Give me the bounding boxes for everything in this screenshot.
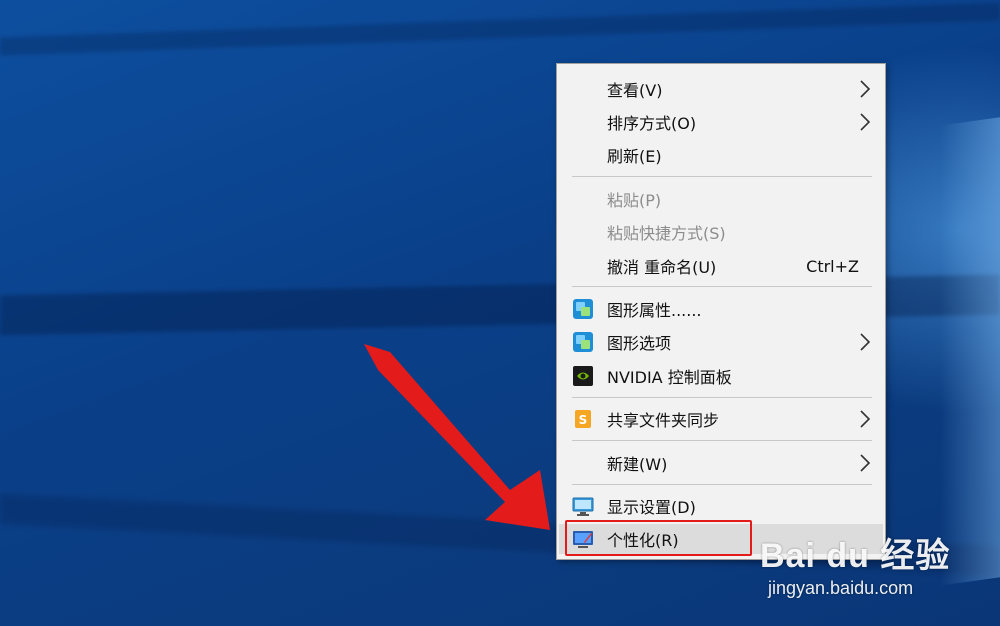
menu-item-label: 撤消 重命名(U)	[607, 258, 717, 277]
desktop-context-menu: 查看(V) 排序方式(O) 刷新(E) 粘贴(P) 粘贴快捷方式(S) 撤消 重…	[556, 63, 886, 560]
menu-item-shortcut: Ctrl+Z	[806, 256, 859, 276]
menu-item-refresh[interactable]: 刷新(E)	[559, 140, 883, 170]
menu-item-label: 图形属性......	[607, 301, 702, 320]
sync-folder-icon: S	[575, 410, 591, 428]
display-settings-icon	[572, 497, 594, 516]
svg-text:S: S	[579, 413, 588, 427]
menu-item-label: 粘贴快捷方式(S)	[607, 224, 726, 243]
menu-item-label: 图形选项	[607, 334, 672, 353]
chevron-right-icon	[860, 333, 871, 351]
watermark-logo: Bai du 经验	[760, 537, 951, 575]
menu-separator	[572, 176, 872, 177]
menu-separator	[572, 397, 872, 398]
chevron-right-icon	[860, 410, 871, 428]
menu-item-paste[interactable]: 粘贴(P)	[559, 184, 883, 214]
menu-item-label: NVIDIA 控制面板	[607, 368, 732, 387]
menu-item-display-settings[interactable]: 显示设置(D)	[559, 491, 883, 521]
menu-item-sort-by[interactable]: 排序方式(O)	[559, 107, 883, 137]
annotation-highlight-box	[565, 520, 752, 556]
menu-item-nvidia-control-panel[interactable]: NVIDIA 控制面板	[559, 361, 883, 391]
intel-graphics-icon	[573, 332, 593, 352]
menu-item-shared-folder-sync[interactable]: S 共享文件夹同步	[559, 404, 883, 434]
menu-separator	[572, 440, 872, 441]
menu-item-label: 排序方式(O)	[607, 114, 697, 133]
menu-separator	[572, 286, 872, 287]
menu-item-label: 刷新(E)	[607, 147, 662, 166]
menu-item-graphics-properties[interactable]: 图形属性......	[559, 294, 883, 324]
menu-item-label: 显示设置(D)	[607, 498, 696, 517]
annotation-arrow	[364, 344, 550, 530]
nvidia-icon	[573, 366, 593, 386]
menu-item-view[interactable]: 查看(V)	[559, 74, 883, 104]
menu-item-new[interactable]: 新建(W)	[559, 448, 883, 478]
chevron-right-icon	[860, 80, 871, 98]
watermark-url: jingyan.baidu.com	[768, 578, 914, 598]
chevron-right-icon	[860, 113, 871, 131]
menu-item-undo-rename[interactable]: 撤消 重命名(U) Ctrl+Z	[559, 251, 883, 281]
menu-item-label: 粘贴(P)	[607, 191, 662, 210]
menu-separator	[572, 484, 872, 485]
menu-item-label: 共享文件夹同步	[607, 411, 720, 430]
menu-item-graphics-options[interactable]: 图形选项	[559, 327, 883, 357]
baidu-jingyan-watermark: Bai du 经验 jingyan.baidu.com	[760, 528, 990, 608]
wallpaper-beam	[0, 2, 1000, 56]
menu-item-paste-shortcut[interactable]: 粘贴快捷方式(S)	[559, 217, 883, 247]
wallpaper-window-light	[940, 114, 1000, 586]
menu-item-label: 查看(V)	[607, 81, 663, 100]
menu-item-label: 新建(W)	[607, 455, 668, 474]
chevron-right-icon	[860, 454, 871, 472]
intel-graphics-icon	[573, 299, 593, 319]
